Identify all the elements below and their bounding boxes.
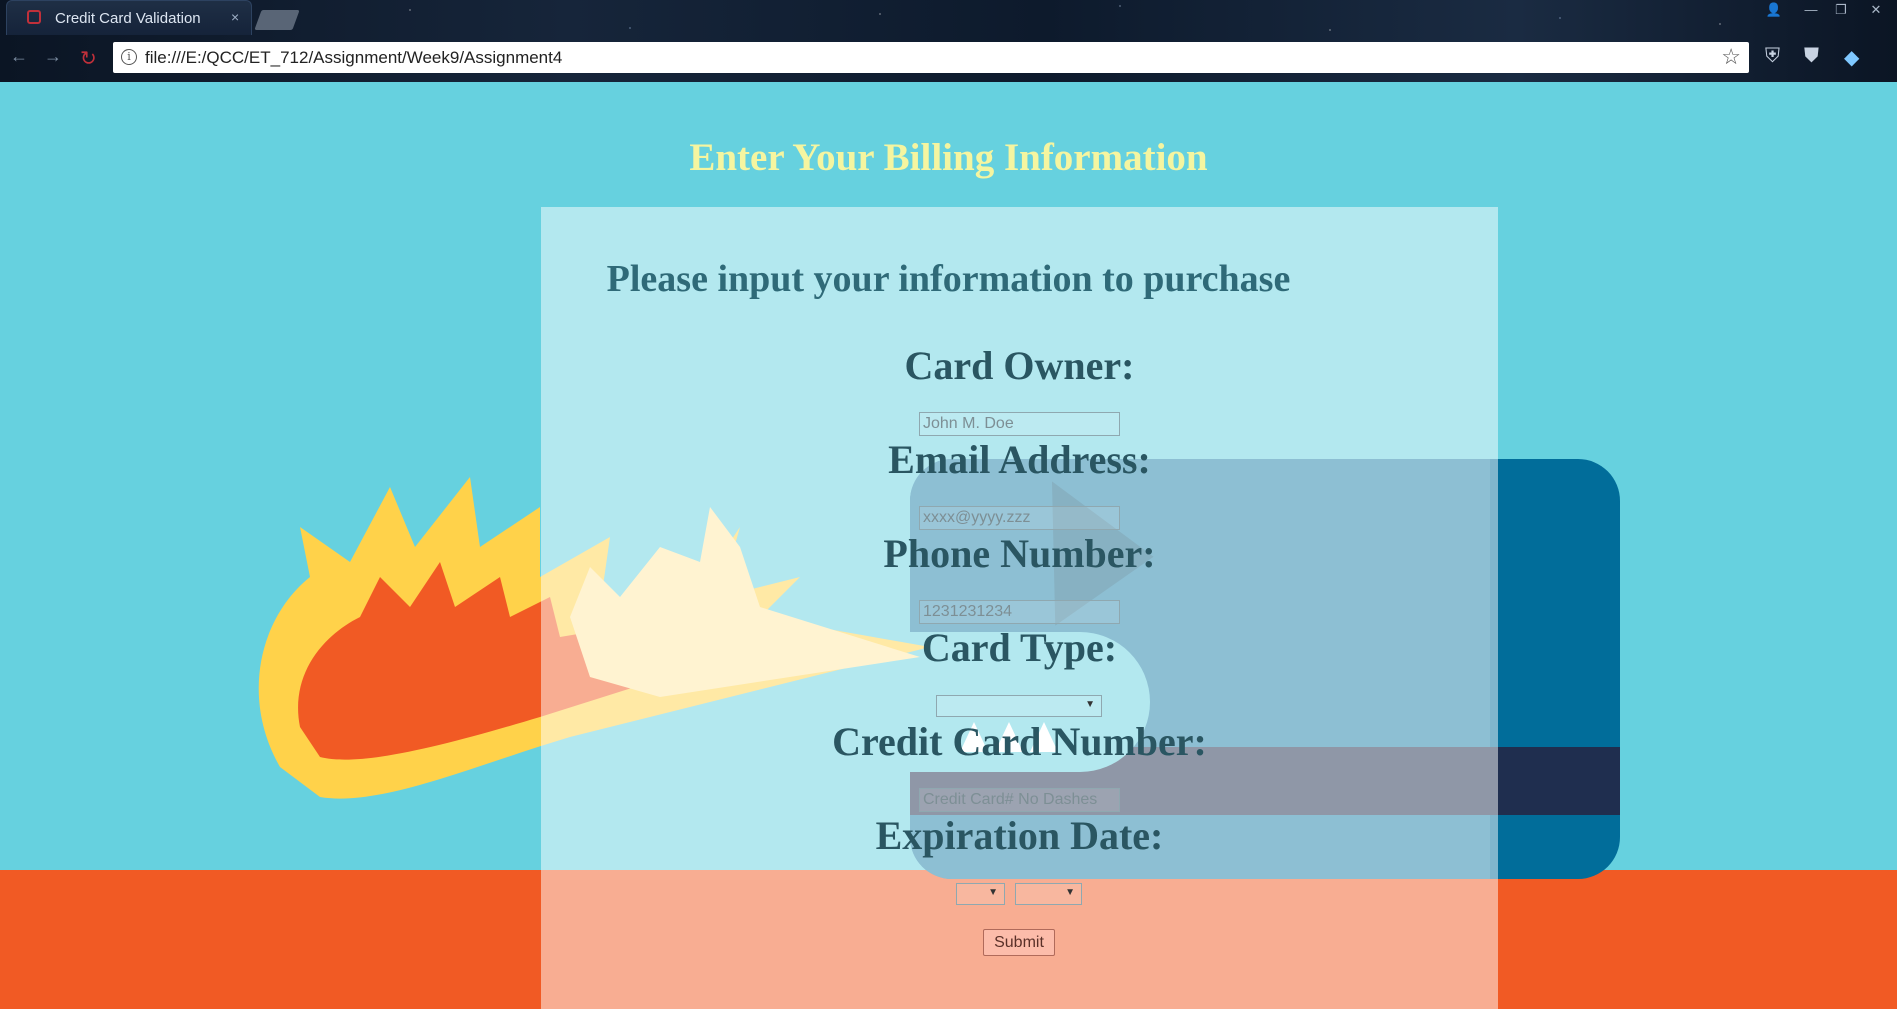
email-input[interactable] [919, 506, 1120, 530]
card-type-select[interactable]: ▼ [936, 695, 1102, 717]
maximize-button[interactable]: ❐ [1827, 0, 1855, 20]
reload-button[interactable]: ↻ [80, 46, 97, 71]
tab-title: Credit Card Validation [55, 10, 201, 27]
email-address-label: Email Address: [888, 437, 1151, 482]
expiration-date-label: Expiration Date: [875, 813, 1164, 858]
extension-shield-icon[interactable]: ⛨ [1765, 45, 1780, 68]
card-owner-input[interactable] [919, 412, 1120, 436]
bookmark-star-icon[interactable]: ☆ [1721, 44, 1741, 70]
close-window-button[interactable]: ✕ [1862, 0, 1890, 20]
phone-input[interactable] [919, 600, 1120, 624]
submit-button[interactable]: Submit [983, 929, 1055, 956]
browser-tab[interactable]: Credit Card Validation × [6, 0, 252, 35]
form-subtitle: Please input your information to purchas… [606, 258, 1291, 300]
minimize-button[interactable]: — [1797, 0, 1825, 20]
new-tab-button[interactable] [254, 10, 300, 30]
forward-button[interactable]: → [44, 46, 62, 67]
phone-number-label: Phone Number: [883, 531, 1156, 576]
close-tab-icon[interactable]: × [231, 9, 239, 25]
credit-card-number-input[interactable] [919, 788, 1120, 812]
credit-card-number-label: Credit Card Number: [832, 719, 1207, 764]
card-type-label: Card Type: [921, 625, 1118, 670]
card-owner-label: Card Owner: [904, 343, 1135, 388]
back-button[interactable]: ← [10, 46, 28, 67]
dropdown-arrow-icon: ▼ [1065, 887, 1075, 898]
page-favicon-icon [27, 10, 41, 24]
dropdown-arrow-icon: ▼ [1085, 699, 1095, 710]
page-background: Enter Your Billing Information Please in… [0, 82, 1897, 1009]
site-info-icon[interactable]: i [121, 49, 137, 65]
url-text[interactable]: file:///E:/QCC/ET_712/Assignment/Week9/A… [145, 48, 562, 68]
address-bar[interactable]: i file:///E:/QCC/ET_712/Assignment/Week9… [113, 42, 1749, 73]
ublock-extension-icon[interactable]: ⛊ [1804, 45, 1819, 68]
expiration-month-select[interactable]: ▼ [956, 883, 1005, 905]
dropdown-arrow-icon: ▼ [988, 887, 998, 898]
profile-icon[interactable]: 👤 [1760, 0, 1788, 20]
browser-chrome: Credit Card Validation × 👤 — ❐ ✕ ← → ↻ i… [0, 0, 1897, 82]
expiration-year-select[interactable]: ▼ [1015, 883, 1082, 905]
diamond-extension-icon[interactable]: ◆ [1844, 45, 1859, 70]
page-title: Enter Your Billing Information [689, 136, 1208, 179]
